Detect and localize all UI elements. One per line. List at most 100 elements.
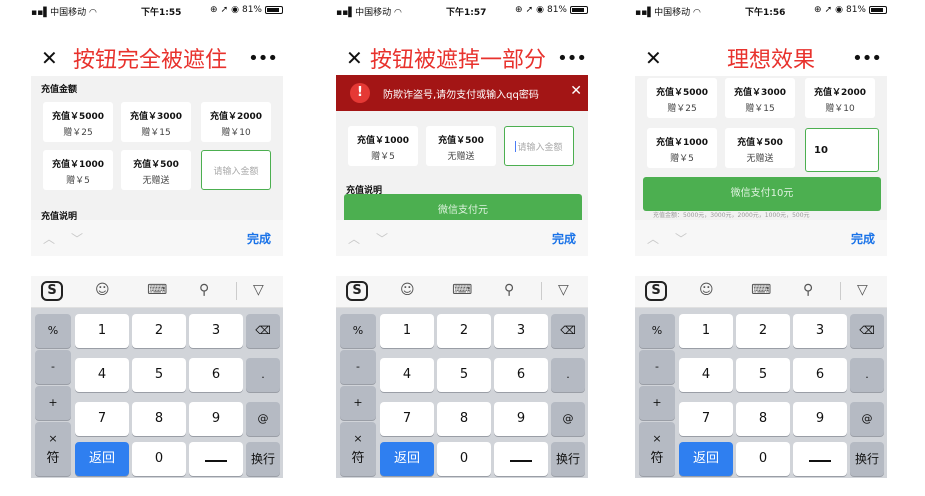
sogou-logo-icon[interactable]: S xyxy=(346,281,368,301)
space-key[interactable] xyxy=(189,442,243,476)
amount-card-500[interactable]: 充值￥500 无赠送 xyxy=(426,126,496,166)
amount-input[interactable]: 10 xyxy=(805,128,879,172)
backspace-key[interactable]: ⌫ xyxy=(850,314,884,348)
more-icon[interactable]: ••• xyxy=(557,48,587,69)
key-minus[interactable]: - xyxy=(35,350,71,384)
close-icon[interactable]: ✕ xyxy=(41,46,58,70)
chevron-up-icon[interactable]: ︿ xyxy=(348,230,360,247)
chevron-up-icon[interactable]: ︿ xyxy=(43,230,55,247)
amount-card-3000[interactable]: 充值￥3000 赠￥15 xyxy=(725,78,795,118)
sogou-logo-icon[interactable]: S xyxy=(41,281,63,301)
backspace-key[interactable]: ⌫ xyxy=(246,314,280,348)
key-0[interactable]: 0 xyxy=(132,442,186,476)
symbols-key[interactable]: 符 xyxy=(340,442,376,476)
wechat-pay-button[interactable]: 微信支付10元 xyxy=(643,177,881,211)
key-6[interactable]: 6 xyxy=(494,358,548,392)
keyboard-icon[interactable]: ⌨ xyxy=(147,282,167,298)
done-button[interactable]: 完成 xyxy=(247,230,271,247)
emoji-icon[interactable]: ☺ xyxy=(400,282,415,298)
key-6[interactable]: 6 xyxy=(189,358,243,392)
key-7[interactable]: 7 xyxy=(75,402,129,436)
chevron-down-icon[interactable]: ﹀ xyxy=(675,230,687,247)
key-2[interactable]: 2 xyxy=(736,314,790,348)
newline-key[interactable]: 换行 xyxy=(551,442,585,476)
collapse-keyboard-icon[interactable]: ▽ xyxy=(253,282,264,298)
key-1[interactable]: 1 xyxy=(380,314,434,348)
key-percent[interactable]: % xyxy=(35,314,71,348)
collapse-keyboard-icon[interactable]: ▽ xyxy=(558,282,569,298)
close-banner-icon[interactable]: ✕ xyxy=(570,83,582,99)
key-3[interactable]: 3 xyxy=(189,314,243,348)
done-button[interactable]: 完成 xyxy=(851,230,875,247)
chevron-down-icon[interactable]: ﹀ xyxy=(376,230,388,247)
key-0[interactable]: 0 xyxy=(437,442,491,476)
key-minus[interactable]: - xyxy=(340,350,376,384)
key-5[interactable]: 5 xyxy=(736,358,790,392)
space-key[interactable] xyxy=(494,442,548,476)
amount-card-1000[interactable]: 充值￥1000 赠￥5 xyxy=(647,128,717,168)
symbols-key[interactable]: 符 xyxy=(639,442,675,476)
amount-input[interactable]: 请输入金额 xyxy=(504,126,574,166)
key-at[interactable]: @ xyxy=(246,402,280,436)
key-2[interactable]: 2 xyxy=(132,314,186,348)
key-9[interactable]: 9 xyxy=(793,402,847,436)
wechat-pay-button[interactable]: 微信支付元 xyxy=(344,194,582,220)
back-key[interactable]: 返回 xyxy=(75,442,129,476)
sogou-logo-icon[interactable]: S xyxy=(645,281,667,301)
amount-card-2000[interactable]: 充值￥2000 赠￥10 xyxy=(201,102,271,142)
emoji-icon[interactable]: ☺ xyxy=(95,282,110,298)
chevron-up-icon[interactable]: ︿ xyxy=(647,230,659,247)
key-3[interactable]: 3 xyxy=(793,314,847,348)
key-0[interactable]: 0 xyxy=(736,442,790,476)
amount-card-1000[interactable]: 充值￥1000 赠￥5 xyxy=(348,126,418,166)
amount-card-5000[interactable]: 充值￥5000 赠￥25 xyxy=(43,102,113,142)
key-plus[interactable]: + xyxy=(639,386,675,420)
search-icon[interactable]: ⚲ xyxy=(803,282,813,298)
keyboard-icon[interactable]: ⌨ xyxy=(452,282,472,298)
done-button[interactable]: 完成 xyxy=(552,230,576,247)
key-dot[interactable]: . xyxy=(850,358,884,392)
key-plus[interactable]: + xyxy=(35,386,71,420)
collapse-keyboard-icon[interactable]: ▽ xyxy=(857,282,868,298)
key-4[interactable]: 4 xyxy=(679,358,733,392)
newline-key[interactable]: 换行 xyxy=(246,442,280,476)
search-icon[interactable]: ⚲ xyxy=(199,282,209,298)
key-plus[interactable]: + xyxy=(340,386,376,420)
amount-card-5000[interactable]: 充值￥5000 赠￥25 xyxy=(647,78,717,118)
key-at[interactable]: @ xyxy=(850,402,884,436)
key-percent[interactable]: % xyxy=(639,314,675,348)
key-minus[interactable]: - xyxy=(639,350,675,384)
amount-card-500[interactable]: 充值￥500 无赠送 xyxy=(121,150,191,190)
key-percent[interactable]: % xyxy=(340,314,376,348)
key-dot[interactable]: . xyxy=(551,358,585,392)
emoji-icon[interactable]: ☺ xyxy=(699,282,714,298)
more-icon[interactable]: ••• xyxy=(852,48,882,69)
close-icon[interactable]: ✕ xyxy=(645,46,662,70)
key-2[interactable]: 2 xyxy=(437,314,491,348)
amount-card-2000[interactable]: 充值￥2000 赠￥10 xyxy=(805,78,875,118)
back-key[interactable]: 返回 xyxy=(380,442,434,476)
newline-key[interactable]: 换行 xyxy=(850,442,884,476)
key-4[interactable]: 4 xyxy=(75,358,129,392)
symbols-key[interactable]: 符 xyxy=(35,442,71,476)
key-3[interactable]: 3 xyxy=(494,314,548,348)
key-dot[interactable]: . xyxy=(246,358,280,392)
amount-card-3000[interactable]: 充值￥3000 赠￥15 xyxy=(121,102,191,142)
chevron-down-icon[interactable]: ﹀ xyxy=(71,230,83,247)
key-9[interactable]: 9 xyxy=(189,402,243,436)
key-7[interactable]: 7 xyxy=(679,402,733,436)
key-6[interactable]: 6 xyxy=(793,358,847,392)
key-1[interactable]: 1 xyxy=(679,314,733,348)
key-9[interactable]: 9 xyxy=(494,402,548,436)
space-key[interactable] xyxy=(793,442,847,476)
key-8[interactable]: 8 xyxy=(132,402,186,436)
more-icon[interactable]: ••• xyxy=(248,48,278,69)
key-5[interactable]: 5 xyxy=(437,358,491,392)
key-1[interactable]: 1 xyxy=(75,314,129,348)
backspace-key[interactable]: ⌫ xyxy=(551,314,585,348)
key-7[interactable]: 7 xyxy=(380,402,434,436)
key-5[interactable]: 5 xyxy=(132,358,186,392)
key-at[interactable]: @ xyxy=(551,402,585,436)
key-4[interactable]: 4 xyxy=(380,358,434,392)
close-icon[interactable]: ✕ xyxy=(346,46,363,70)
